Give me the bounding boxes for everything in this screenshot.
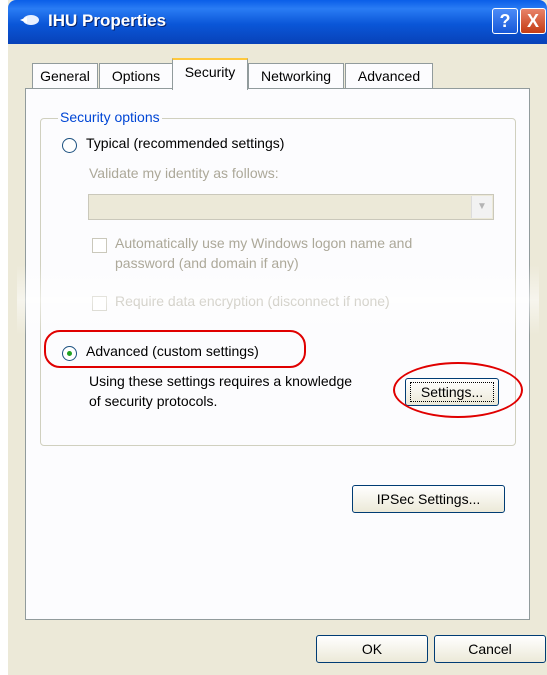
chevron-down-icon[interactable]: ▼ [471,196,492,218]
close-button[interactable]: X [520,8,546,34]
auto-logon-label-line1[interactable]: Automatically use my Windows logon name … [115,235,412,251]
help-button[interactable]: ? [492,8,518,34]
typical-label[interactable]: Typical (recommended settings) [86,135,284,151]
auto-logon-label-line2[interactable]: password (and domain if any) [115,255,299,271]
typical-radio[interactable] [62,138,77,153]
cancel-button[interactable]: Cancel [434,635,546,663]
focus-rectangle [410,382,494,402]
ipsec-settings-button[interactable]: IPSec Settings... [352,485,505,513]
settings-button[interactable]: Settings... [405,378,499,406]
title-bar[interactable]: IHU Properties ? X [8,0,547,44]
validate-identity-dropdown[interactable]: ▼ [88,194,494,220]
tab-options[interactable]: Options [99,63,173,88]
advanced-description-line1: Using these settings requires a knowledg… [89,373,353,389]
tab-networking[interactable]: Networking [248,63,344,88]
ok-button-label: OK [361,641,383,657]
advanced-description-line2: of security protocols. [89,393,218,409]
advanced-radio[interactable] [62,346,77,361]
auto-logon-checkbox[interactable] [92,238,107,253]
window-title: IHU Properties [48,11,167,30]
require-encryption-label[interactable]: Require data encryption (disconnect if n… [115,293,390,309]
network-connection-icon [20,15,39,25]
security-options-label: Security options [58,109,162,125]
tab-advanced[interactable]: Advanced [345,63,433,88]
validate-identity-label: Validate my identity as follows: [89,165,279,181]
tab-general[interactable]: General [32,63,98,88]
ok-button[interactable]: OK [316,635,428,663]
advanced-label[interactable]: Advanced (custom settings) [86,343,259,359]
radio-selected-dot [67,351,72,356]
require-encryption-checkbox[interactable] [92,296,107,311]
cancel-button-label: Cancel [468,641,512,657]
tab-security[interactable]: Security [172,58,248,90]
ipsec-settings-label: IPSec Settings... [376,491,481,507]
